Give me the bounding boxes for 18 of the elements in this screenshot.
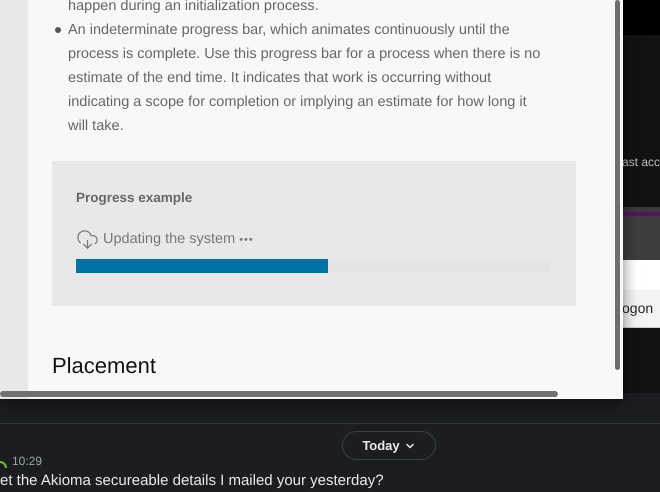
login-row[interactable]: ogon <box>622 290 660 328</box>
list-item-text: An indeterminate progress bar, which animates continuously until the process is complete. Use this progress bar for a process when there is no estimate of the end time. It indicates that work is occurring without indicating a scope for completion or implying an estimate for how long it will take. <box>68 21 542 136</box>
bullet <box>55 27 61 33</box>
header-bar <box>622 207 660 260</box>
status-icon <box>0 460 8 470</box>
panel-text: ast acc <box>622 154 660 171</box>
message-time: 10:29 <box>12 453 42 470</box>
loading-dots: ••• <box>239 232 254 248</box>
section-heading: Placement <box>52 352 157 380</box>
dark-panel <box>622 328 660 393</box>
message-text: et the Akioma secureable details I mailed your yesterday? <box>0 471 385 491</box>
horizontal-scrollbar[interactable] <box>0 391 558 397</box>
vertical-scrollbar[interactable] <box>615 0 620 370</box>
example-title: Progress example <box>76 189 194 207</box>
progress-label: Updating the system <box>103 230 236 249</box>
cloud-download-icon <box>76 228 99 252</box>
date-button[interactable]: Today <box>342 431 436 460</box>
top-bar <box>622 0 660 35</box>
